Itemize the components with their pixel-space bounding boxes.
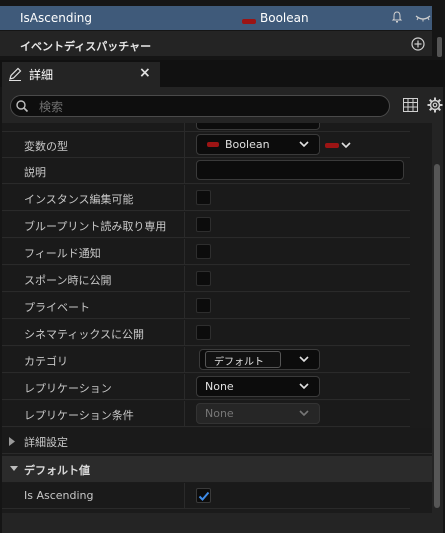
replication-condition-dropdown: None [196,403,320,424]
variable-type-row: 変数の型 Boolean [2,132,410,158]
expose-cinematics-row: シネマティックスに公開 [2,320,410,346]
replication-label: レプリケーション [24,382,112,395]
replication-condition-value: None [205,407,234,420]
add-circle-icon[interactable] [411,37,425,51]
expose-spawn-row: スポーン時に公開 [2,266,410,292]
container-type-pill-icon[interactable] [325,143,339,148]
replication-condition-label: レプリケーション条件 [24,409,134,422]
default-value-section-label: デフォルト値 [24,464,90,477]
container-type-chevron-icon[interactable] [341,141,351,149]
replication-row: レプリケーション None [2,374,410,400]
expose-cinematics-checkbox[interactable] [196,325,211,340]
private-checkbox[interactable] [196,298,211,313]
private-label: プライベート [24,301,90,314]
expose-spawn-label: スポーン時に公開 [24,274,112,287]
variable-type-dropdown[interactable]: Boolean [196,134,320,155]
eye-closed-icon[interactable] [415,13,431,23]
boolean-pill-icon [207,142,219,147]
variable-name: IsAscending [20,11,93,25]
is-ascending-checkbox[interactable] [196,488,211,503]
is-ascending-label: Is Ascending [24,489,94,502]
advanced-expander[interactable]: 詳細設定 [2,428,432,454]
chevron-down-icon [299,410,309,417]
expand-arrow-icon [9,437,15,446]
expose-spawn-checkbox[interactable] [196,271,211,286]
checkmark-icon [198,491,210,501]
collapse-arrow-icon [10,466,18,471]
default-value-section-header[interactable]: デフォルト値 [2,456,432,482]
category-value: デフォルト [214,357,264,368]
category-label: カテゴリ [24,355,68,368]
variable-type-label: 変数の型 [24,140,68,153]
event-dispatcher-header[interactable]: イベントディスパッチャー [0,31,432,56]
variable-type-value: Boolean [225,138,270,151]
gear-icon[interactable] [427,97,443,113]
search-box[interactable] [10,95,390,117]
partial-combo [196,123,320,130]
field-notify-checkbox[interactable] [196,244,211,259]
field-notify-label: フィールド通知 [24,247,101,260]
search-icon [16,100,29,113]
category-combo[interactable]: デフォルト [199,349,320,370]
instance-editable-row: インスタンス編集可能 [2,185,410,211]
variable-row-isascending[interactable]: IsAscending Boolean [0,6,432,30]
details-content: 変数の型 Boolean 説明 インスタンス編集可能 ブループリント読み取り専用… [2,123,432,513]
private-row: プライベート [2,293,410,319]
chevron-down-icon [299,383,309,390]
field-notify-row: フィールド通知 [2,239,410,265]
description-input[interactable] [196,160,404,180]
replication-value: None [205,380,234,393]
top-scrollbar-thumb[interactable] [437,37,442,57]
chevron-down-icon [299,356,309,363]
instance-editable-label: インスタンス編集可能 [24,193,134,206]
bell-icon[interactable] [391,11,403,23]
bp-readonly-label: ブループリント読み取り専用 [24,220,167,233]
is-ascending-row: Is Ascending [2,483,410,509]
category-input[interactable]: デフォルト [205,351,281,368]
close-icon[interactable]: × [139,65,151,81]
advanced-label: 詳細設定 [24,436,68,449]
event-dispatcher-label: イベントディスパッチャー [20,40,152,53]
replication-dropdown[interactable]: None [196,376,320,397]
bp-readonly-row: ブループリント読み取り専用 [2,212,410,238]
boolean-type-pill-icon [242,19,256,24]
partial-row [2,123,410,132]
details-scrollbar-thumb[interactable] [434,164,440,508]
pencil-icon [9,67,22,81]
replication-condition-row: レプリケーション条件 None [2,401,410,427]
category-row: カテゴリ デフォルト [2,347,410,373]
variable-type: Boolean [260,11,309,25]
chevron-down-icon [299,141,309,148]
expose-cinematics-label: シネマティックスに公開 [24,328,145,341]
tab-title: 詳細 [29,68,54,82]
table-view-icon[interactable] [403,98,418,112]
tab-details[interactable]: 詳細 × [2,62,160,87]
bp-readonly-checkbox[interactable] [196,217,211,232]
description-label: 説明 [24,166,46,179]
instance-editable-checkbox[interactable] [196,190,211,205]
search-input[interactable] [37,98,381,116]
description-row: 説明 [2,158,410,184]
